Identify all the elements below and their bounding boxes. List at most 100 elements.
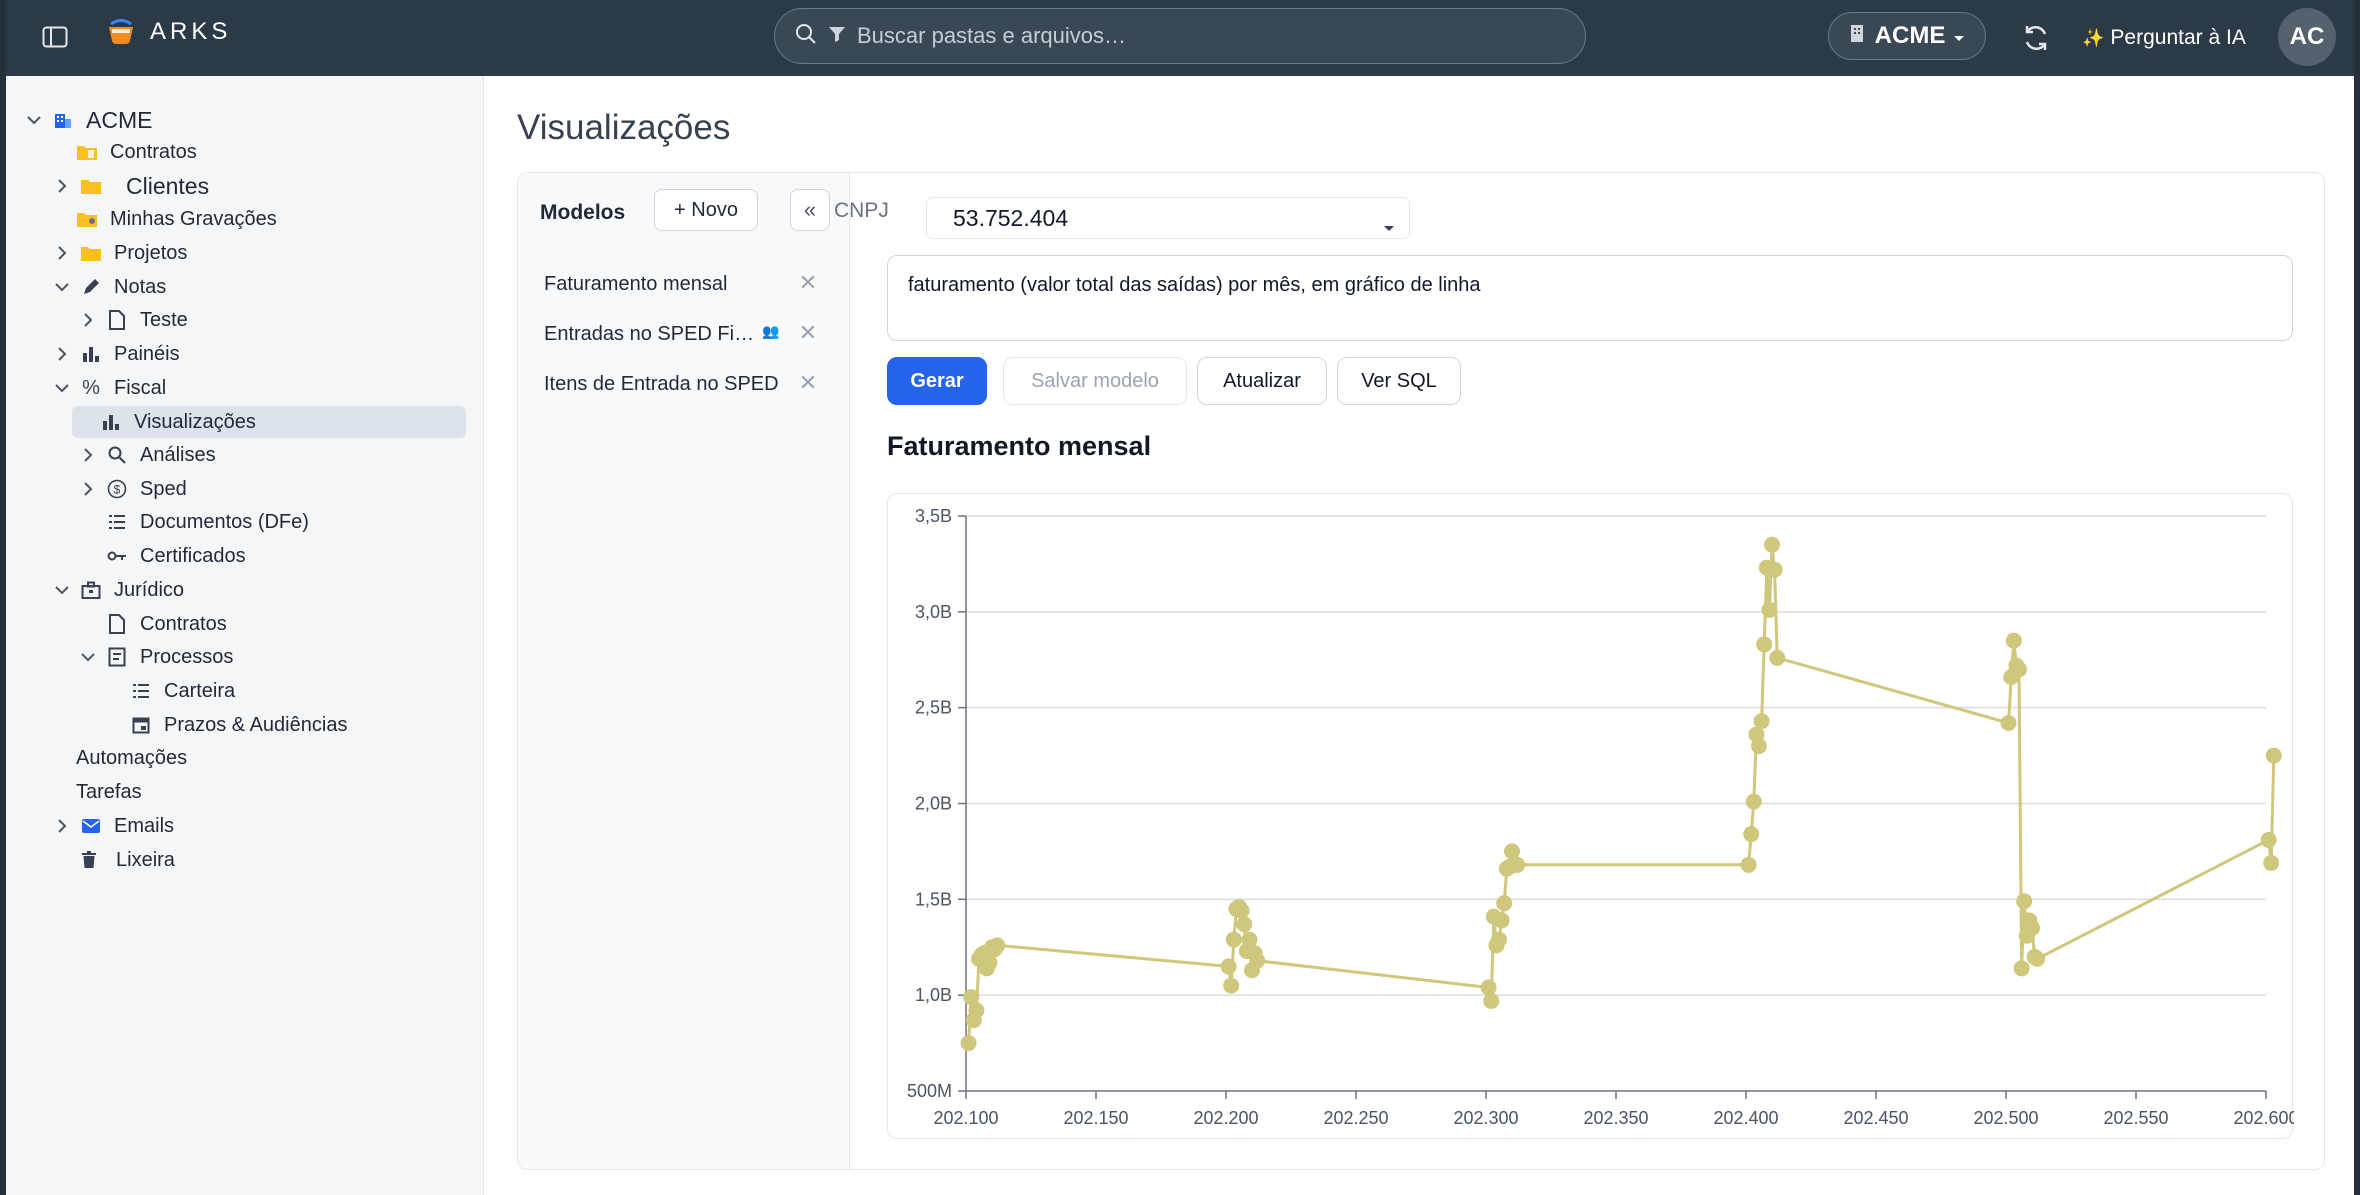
sidebar-item-documentos-dfe[interactable]: Documentos (DFe) — [106, 506, 309, 538]
view-sql-button[interactable]: Ver SQL — [1337, 357, 1461, 405]
ask-ai-button[interactable]: ✨ Perguntar à IA — [2082, 20, 2246, 56]
data-point — [1491, 931, 1507, 948]
bar-chart-icon — [80, 343, 102, 365]
sidebar-item-juridico[interactable]: Jurídico — [50, 574, 184, 606]
chevron-down-icon[interactable] — [50, 578, 74, 602]
chevron-right-icon[interactable] — [76, 477, 100, 501]
sidebar-item-label: Tarefas — [76, 780, 142, 803]
sidebar-item-acme[interactable]: ACME — [22, 104, 152, 136]
tenant-selector[interactable]: ACME — [1828, 12, 1986, 60]
model-item-label: Entradas no SPED Fiscal — [544, 322, 756, 345]
sidebar-item-contratos[interactable]: Contratos — [76, 136, 197, 168]
sidebar-item-contratos-juridico[interactable]: Contratos — [106, 608, 227, 640]
sidebar-item-projetos[interactable]: Projetos — [50, 237, 187, 269]
chevron-right-icon[interactable] — [50, 241, 74, 265]
sidebar-item-label: Contratos — [110, 140, 197, 163]
search-input[interactable] — [857, 23, 1497, 49]
data-point — [1756, 636, 1773, 653]
data-point — [1766, 561, 1783, 578]
sidebar-item-analises[interactable]: Análises — [76, 439, 216, 471]
sidebar-item-label: ACME — [86, 106, 153, 133]
search-bar[interactable] — [774, 8, 1586, 64]
model-item[interactable]: Itens de Entrada no SPED ✕ — [518, 359, 850, 409]
app-logo[interactable]: ARKS — [106, 18, 231, 46]
data-point — [1225, 931, 1242, 948]
building-icon — [52, 109, 74, 131]
sidebar-item-label: Fiscal — [114, 376, 167, 399]
chevron-down-icon[interactable] — [50, 376, 74, 400]
bar-chart-icon — [100, 411, 122, 433]
sidebar-item-label: Minhas Gravações — [110, 207, 277, 230]
sidebar-item-sped[interactable]: $ Sped — [76, 473, 187, 505]
sidebar-item-paineis[interactable]: Painéis — [50, 338, 180, 370]
sidebar-item-prazos-audiencias[interactable]: Prazos & Audiências — [130, 709, 347, 741]
chevron-down-icon — [1383, 212, 1395, 239]
models-title: Modelos — [540, 201, 626, 224]
new-model-button[interactable]: + Novo — [654, 189, 758, 231]
chevron-right-icon[interactable] — [76, 443, 100, 467]
x-tick-label: 202.600 — [2233, 1108, 2294, 1128]
mail-icon — [80, 815, 102, 837]
x-tick-label: 202.300 — [1453, 1108, 1518, 1128]
sidebar-item-minhas-gravacoes[interactable]: Minhas Gravações — [76, 203, 277, 235]
close-icon[interactable]: ✕ — [796, 320, 820, 345]
close-icon[interactable]: ✕ — [796, 270, 820, 295]
data-point — [1249, 952, 1266, 969]
sidebar-item-emails[interactable]: Emails — [50, 810, 174, 842]
chevron-right-icon[interactable] — [76, 308, 100, 332]
save-model-button[interactable]: Salvar modelo — [1003, 357, 1187, 405]
sidebar-item-lixeira[interactable]: Lixeira — [78, 844, 175, 876]
avatar[interactable]: AC — [2278, 8, 2336, 66]
sidebar-item-notas[interactable]: Notas — [50, 271, 166, 303]
generate-button[interactable]: Gerar — [887, 357, 987, 405]
top-bar: ARKS ACME ✨ Perguntar à IA — [6, 0, 2354, 76]
prompt-input[interactable]: faturamento (valor total das saídas) por… — [887, 255, 2293, 341]
y-tick-label: 500M — [907, 1081, 952, 1101]
chevron-down-icon[interactable] — [50, 275, 74, 299]
chevron-right-icon[interactable] — [50, 342, 74, 366]
sidebar-toggle-icon[interactable] — [38, 20, 72, 54]
chevron-right-icon[interactable] — [50, 814, 74, 838]
chevron-down-icon[interactable] — [22, 108, 46, 132]
cnpj-label: CNPJ — [834, 199, 889, 222]
model-item[interactable]: Faturamento mensal ✕ — [518, 259, 850, 309]
app-window: ARKS ACME ✨ Perguntar à IA — [6, 0, 2354, 1195]
sidebar-item-fiscal[interactable]: % Fiscal — [50, 372, 166, 404]
users-icon: 👥 — [762, 323, 780, 339]
data-point — [989, 937, 1006, 954]
sidebar-item-tarefas[interactable]: Tarefas — [76, 776, 142, 808]
list-icon — [106, 511, 128, 533]
sidebar-item-carteira[interactable]: Carteira — [130, 675, 235, 707]
sidebar-item-certificados[interactable]: Certificados — [106, 540, 246, 572]
main-content: Visualizações Modelos + Novo Faturamento… — [485, 76, 2354, 1195]
data-point — [1751, 738, 1767, 754]
x-tick-label: 202.500 — [1973, 1108, 2038, 1128]
close-icon[interactable]: ✕ — [796, 370, 820, 395]
chevron-down-icon[interactable] — [76, 645, 100, 669]
refresh-button[interactable]: Atualizar — [1197, 357, 1327, 405]
sidebar-item-teste[interactable]: Teste — [76, 304, 188, 336]
data-point — [1743, 826, 1760, 843]
sidebar-item-visualizacoes[interactable]: Visualizações — [72, 406, 466, 438]
sidebar-item-label: Visualizações — [134, 410, 256, 433]
x-tick-label: 202.450 — [1843, 1108, 1908, 1128]
model-item[interactable]: Entradas no SPED Fiscal 👥 ✕ — [518, 309, 850, 359]
collapse-panel-button[interactable]: « — [790, 189, 830, 231]
cnpj-select[interactable]: 53.752.404 — [926, 197, 1410, 239]
data-point — [968, 1002, 985, 1019]
folder-icon — [76, 208, 98, 230]
chevron-right-icon[interactable] — [50, 174, 74, 198]
sidebar-item-automacoes[interactable]: Automações — [76, 742, 187, 774]
sidebar-item-label: Clientes — [126, 172, 210, 199]
sidebar-item-label: Notas — [114, 275, 167, 298]
sparkles-icon: ✨ — [2082, 27, 2105, 48]
sidebar-item-processos[interactable]: Processos — [76, 641, 233, 673]
sidebar-item-label: Automações — [76, 746, 188, 769]
filter-icon[interactable] — [827, 24, 847, 49]
x-tick-label: 202.250 — [1323, 1108, 1388, 1128]
data-point — [2016, 893, 2033, 910]
dollar-circle-icon: $ — [106, 478, 128, 500]
sidebar-item-clientes[interactable]: Clientes — [50, 170, 209, 202]
chevron-down-icon — [1953, 22, 1965, 50]
refresh-icon[interactable] — [2016, 18, 2056, 58]
